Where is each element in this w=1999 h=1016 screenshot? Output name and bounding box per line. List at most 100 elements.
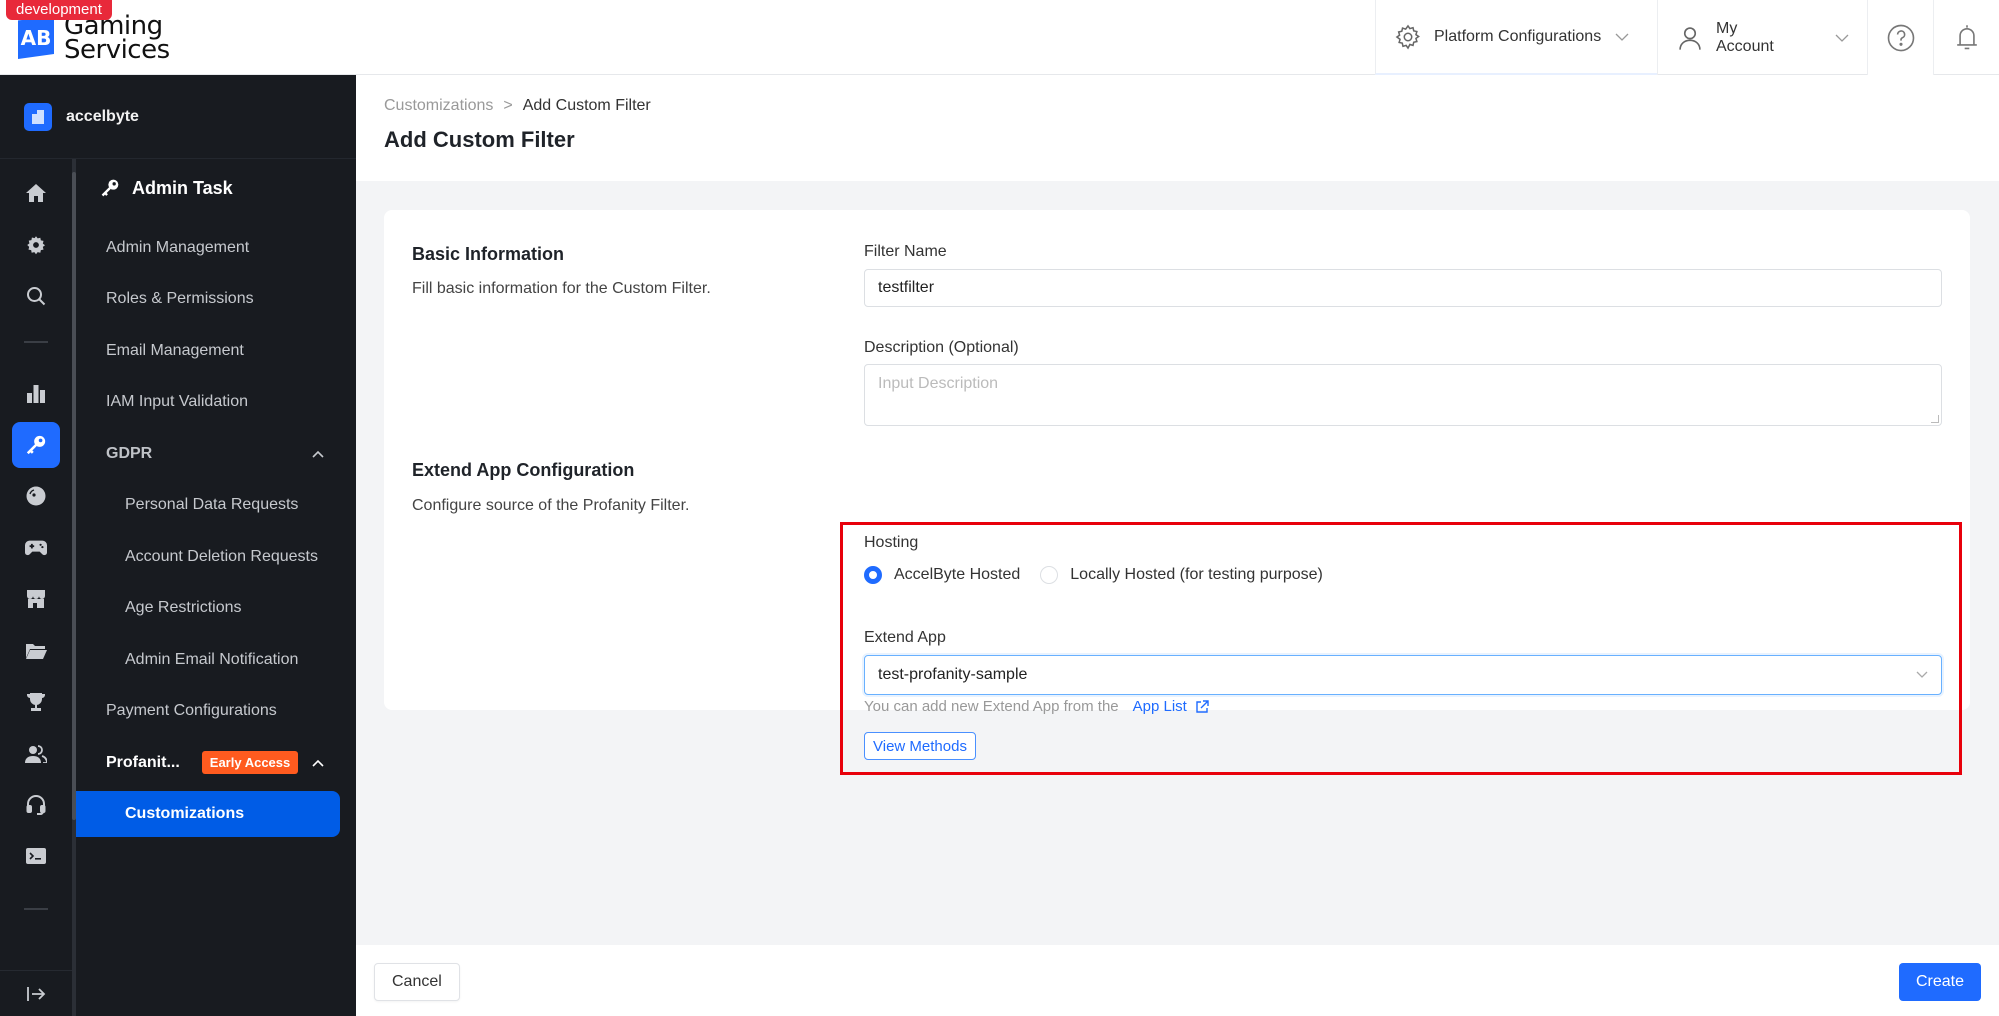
app-list-link[interactable]: App List <box>1133 698 1209 715</box>
rail-social[interactable] <box>12 731 60 777</box>
sidebar-item-label: IAM Input Validation <box>106 393 249 411</box>
my-account-menu[interactable]: My Account <box>1657 0 1867 75</box>
rail-support[interactable] <box>12 782 60 828</box>
app-list-link-text: App List <box>1132 698 1187 715</box>
rail-store[interactable] <box>12 576 60 622</box>
radio-button-unchecked[interactable] <box>1040 566 1059 584</box>
sidebar-item-label: Personal Data Requests <box>125 496 299 514</box>
extend-app-configuration-description: Configure source of the Profanity Filter… <box>412 497 690 514</box>
rail-settings[interactable] <box>12 222 60 268</box>
chevron-down-icon <box>1835 33 1849 43</box>
gamepad-icon <box>25 539 47 557</box>
helper-text: You can add new Extend App from the <box>864 698 1119 715</box>
main-content: Customizations > Add Custom Filter Add C… <box>356 75 1999 1016</box>
early-access-badge: Early Access <box>201 751 299 775</box>
hosting-label: Hosting <box>864 534 919 551</box>
rail-game-management[interactable] <box>12 525 60 571</box>
sidebar-item-admin-management[interactable]: Admin Management <box>76 222 356 274</box>
rail-engagement[interactable] <box>12 473 60 519</box>
gear-icon <box>26 235 46 255</box>
radio-accelbyte-hosted[interactable]: AccelByte Hosted <box>864 566 1020 584</box>
resize-handle[interactable] <box>1931 415 1939 423</box>
logo-text: Gaming Services <box>64 13 170 65</box>
sidebar-item-email-management[interactable]: Email Management <box>76 325 356 377</box>
sidebar-item-account-deletion-requests[interactable]: Account Deletion Requests <box>76 531 356 583</box>
sidebar-item-age-restrictions[interactable]: Age Restrictions <box>76 583 356 635</box>
help-button[interactable] <box>1867 0 1933 75</box>
logo[interactable]: AB Gaming Services <box>18 13 170 65</box>
folder-icon <box>25 642 47 660</box>
sidebar-item-payment-configurations[interactable]: Payment Configurations <box>76 686 356 738</box>
key-icon <box>25 434 47 456</box>
rail-search[interactable] <box>12 273 60 319</box>
store-icon <box>26 589 46 609</box>
radio-label: AccelByte Hosted <box>894 566 1021 583</box>
rail-terminal[interactable] <box>12 834 60 880</box>
rail-achievements[interactable] <box>12 679 60 725</box>
sidebar-item-label: Age Restrictions <box>125 599 242 617</box>
filter-name-value: testfilter <box>878 279 935 296</box>
bell-icon <box>1953 23 1981 53</box>
platform-configurations-label: Platform Configurations <box>1434 27 1602 45</box>
collapse-sidebar-button[interactable] <box>0 970 72 1016</box>
chevron-down-icon <box>1615 32 1629 42</box>
breadcrumb-current: Add Custom Filter <box>522 97 651 114</box>
sidebar-item-roles-permissions[interactable]: Roles & Permissions <box>76 274 356 326</box>
form-footer: Cancel Create <box>356 945 1999 1016</box>
sidebar-item-label: Customizations <box>125 804 245 822</box>
breadcrumb-separator: > <box>503 97 513 114</box>
page-header: Customizations > Add Custom Filter Add C… <box>356 75 1999 181</box>
chevron-down-icon <box>1915 667 1929 681</box>
filter-name-input[interactable]: testfilter <box>864 269 1942 307</box>
user-icon <box>1676 24 1704 52</box>
sidebar-group-gdpr[interactable]: GDPR <box>76 428 356 480</box>
rail-divider <box>24 907 48 910</box>
create-label: Create <box>1915 973 1964 990</box>
view-methods-button[interactable]: View Methods <box>864 732 976 760</box>
sidebar-item-customizations[interactable]: Customizations <box>76 790 340 837</box>
collapse-arrow-icon <box>26 986 46 1002</box>
org-selector[interactable]: accelbyte <box>0 75 356 159</box>
radio-button-checked[interactable] <box>864 566 882 584</box>
extend-app-helper: You can add new Extend App from the App … <box>864 698 1209 715</box>
help-icon <box>1886 23 1916 53</box>
sidebar-item-label: GDPR <box>106 444 153 462</box>
radio-locally-hosted[interactable]: Locally Hosted (for testing purpose) <box>1040 566 1323 584</box>
headset-icon <box>26 795 46 815</box>
sidebar-group-profanity-filter[interactable]: Profanit... Early Access <box>76 737 356 789</box>
sidebar-item-label: Admin Management <box>106 238 250 256</box>
breadcrumb-parent-link[interactable]: Customizations <box>384 97 493 115</box>
sidebar-item-label: Admin Email Notification <box>125 650 299 668</box>
cancel-button[interactable]: Cancel <box>374 963 460 1001</box>
create-button[interactable]: Create <box>1898 963 1981 1001</box>
rail-admin-task[interactable] <box>12 421 60 468</box>
external-link-icon <box>1195 699 1209 714</box>
sidebar-item-iam-input-validation[interactable]: IAM Input Validation <box>76 377 356 429</box>
sidebar-item-personal-data-requests[interactable]: Personal Data Requests <box>76 480 356 532</box>
description-textarea[interactable]: Input Description <box>864 364 1942 426</box>
sidebar-item-label: Profanit... <box>106 753 180 771</box>
notifications-button[interactable] <box>1933 0 1999 75</box>
building-icon <box>24 102 52 131</box>
platform-configurations-menu[interactable]: Platform Configurations <box>1375 0 1657 75</box>
chevron-up-icon <box>312 450 324 458</box>
nav-section-title-text: Admin Task <box>132 177 233 198</box>
page-title: Add Custom Filter <box>384 127 575 152</box>
sidebar-item-admin-email-notification[interactable]: Admin Email Notification <box>76 634 356 686</box>
basic-information-description: Fill basic information for the Custom Fi… <box>412 280 711 297</box>
bar-chart-icon <box>26 383 46 403</box>
home-icon <box>25 183 47 203</box>
my-account-label: My Account <box>1716 19 1774 55</box>
terminal-icon <box>26 847 46 866</box>
rail-analytics[interactable] <box>12 370 60 416</box>
disc-icon <box>26 486 46 506</box>
description-label: Description (Optional) <box>864 339 1019 356</box>
sidebar-item-label: Roles & Permissions <box>106 290 254 308</box>
extend-app-select[interactable]: test-profanity-sample <box>864 655 1942 695</box>
rail-home[interactable] <box>12 170 60 216</box>
rail-files[interactable] <box>12 628 60 674</box>
logo-line2: Services <box>64 35 170 65</box>
trophy-icon <box>26 692 46 712</box>
nav-section-title: Admin Task <box>76 170 356 206</box>
basic-information-title: Basic Information <box>412 244 565 264</box>
